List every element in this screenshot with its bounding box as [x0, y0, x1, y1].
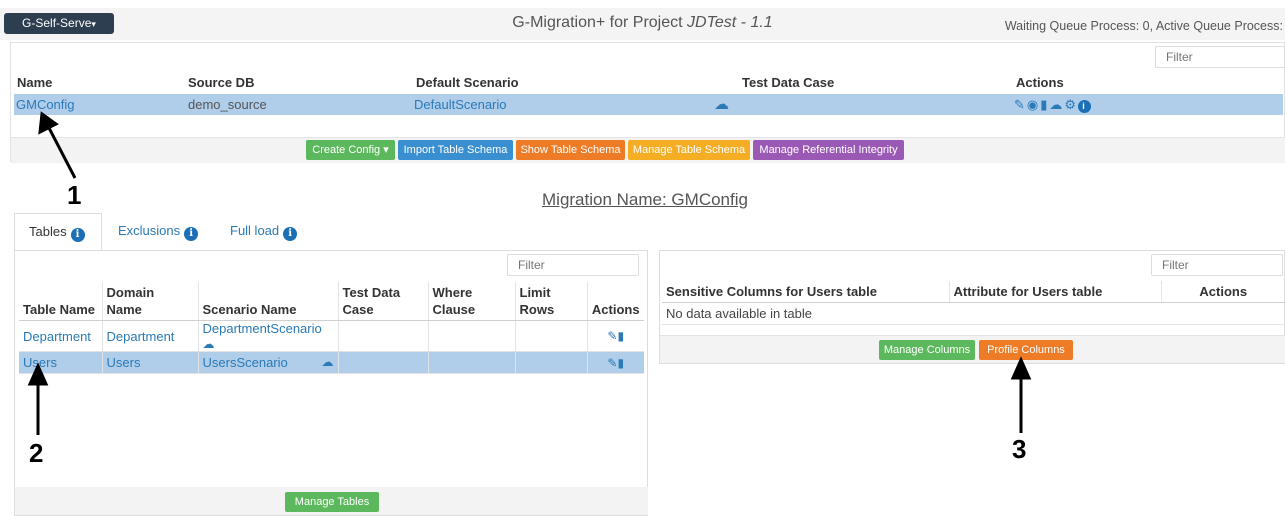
arrow-1-shaft: [46, 125, 77, 179]
annotation-label-1: 1: [67, 180, 82, 210]
arrow-2-head: [27, 362, 49, 386]
arrow-3-head: [1010, 356, 1032, 380]
arrow-1-head: [38, 111, 59, 135]
annotation-label-3: 3: [1012, 434, 1027, 464]
annotation-label-2: 2: [29, 438, 44, 468]
annotation-arrows: [27, 111, 1032, 435]
